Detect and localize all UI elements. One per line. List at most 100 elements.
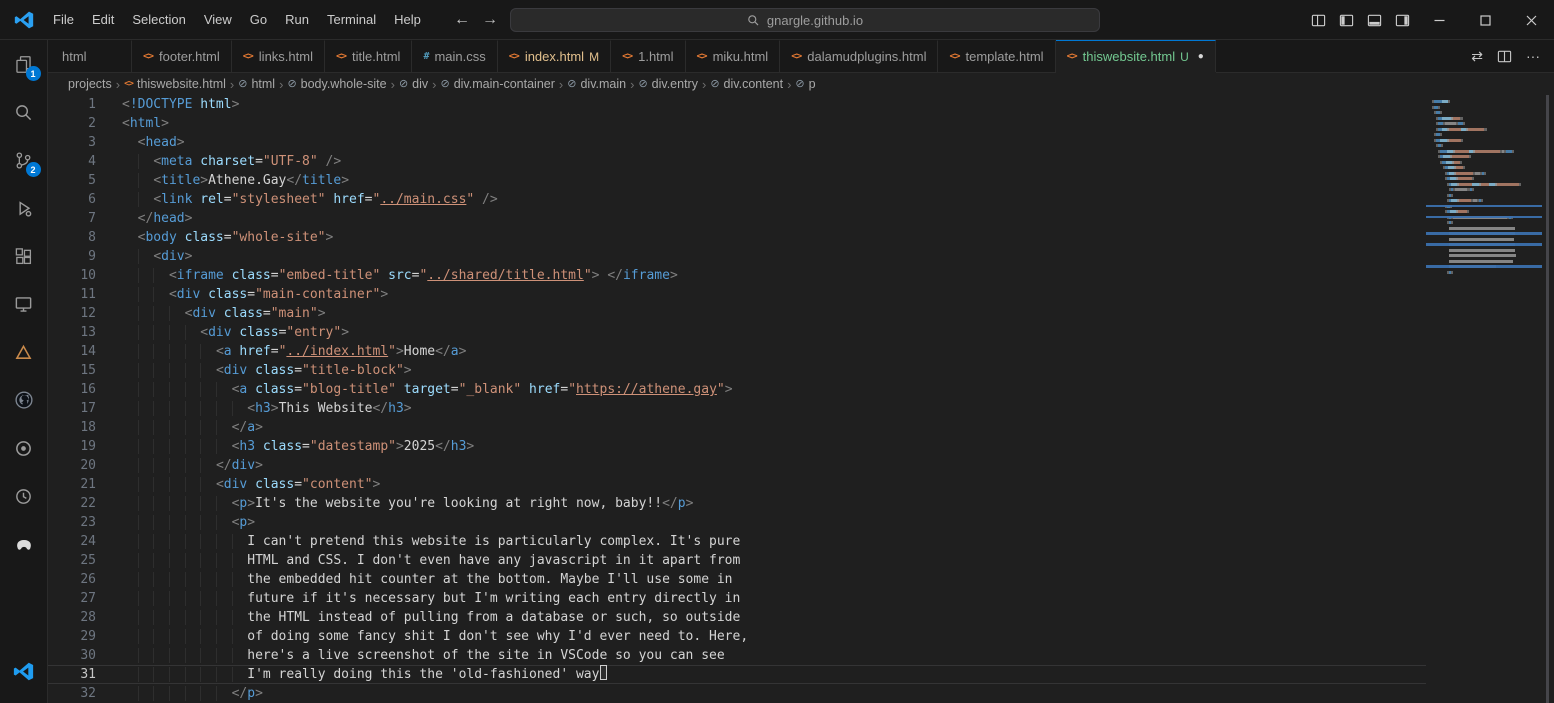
tab-footer.html[interactable]: <>footer.html (132, 40, 232, 72)
tab-main.css[interactable]: #main.css (412, 40, 497, 72)
breadcrumb-item-div.entry[interactable]: ⊘div.entry (638, 77, 698, 91)
dirty-indicator[interactable]: ● (1198, 51, 1204, 62)
code-line-8[interactable]: 8 <body class="whole-site"> (48, 228, 1426, 247)
code-line-1[interactable]: 1<!DOCTYPE html> (48, 95, 1426, 114)
breadcrumb-item-div.content[interactable]: ⊘div.content (710, 77, 783, 91)
run-debug-button[interactable] (0, 184, 48, 232)
code-line-9[interactable]: 9 <div> (48, 247, 1426, 266)
indent-guide (138, 458, 154, 473)
breadcrumb-item-div.main[interactable]: ⊘div.main (567, 77, 626, 91)
code-line-26[interactable]: 26 the embedded hit counter at the botto… (48, 570, 1426, 589)
code-token: > (404, 363, 412, 378)
tab-1.html[interactable]: <>1.html (611, 40, 685, 72)
line-number: 13 (48, 323, 122, 342)
code-line-19[interactable]: 19 <h3 class="datestamp">2025</h3> (48, 437, 1426, 456)
toggle-secondary-sidebar-icon[interactable] (1388, 0, 1416, 40)
code-line-2[interactable]: 2<html> (48, 114, 1426, 133)
minimap[interactable] (1426, 95, 1542, 703)
circle-extension-button[interactable] (0, 424, 48, 472)
source-control-button[interactable]: 2 (0, 136, 48, 184)
code-line-25[interactable]: 25 HTML and CSS. I don't even have any j… (48, 551, 1426, 570)
explorer-button[interactable]: 1 (0, 40, 48, 88)
code-line-30[interactable]: 30 here's a live screenshot of the site … (48, 646, 1426, 665)
code-line-23[interactable]: 23 <p> (48, 513, 1426, 532)
extensions-button[interactable] (0, 232, 48, 280)
code-line-7[interactable]: 7 </head> (48, 209, 1426, 228)
code-line-27[interactable]: 27 future if it's necessary but I'm writ… (48, 589, 1426, 608)
tab-thiswebsite.html[interactable]: <>thiswebsite.htmlU● (1056, 40, 1216, 72)
vscode-bottom-logo-icon (13, 661, 34, 682)
github-button[interactable] (0, 376, 48, 424)
code-line-17[interactable]: 17 <h3>This Website</h3> (48, 399, 1426, 418)
tab-template.html[interactable]: <>template.html (938, 40, 1055, 72)
breadcrumb-separator-icon: › (230, 77, 234, 92)
code-area[interactable]: 1<!DOCTYPE html>2<html>3 <head>4 <meta c… (48, 95, 1426, 703)
tab-miku.html[interactable]: <>miku.html (686, 40, 781, 72)
breadcrumb-item-html[interactable]: ⊘html (238, 77, 275, 91)
menu-file[interactable]: File (44, 8, 83, 31)
menu-help[interactable]: Help (385, 8, 430, 31)
more-actions-icon[interactable]: ··· (1526, 48, 1540, 64)
menu-terminal[interactable]: Terminal (318, 8, 385, 31)
code-line-31[interactable]: 31 I'm really doing this the 'old-fashio… (48, 665, 1426, 684)
menu-view[interactable]: View (195, 8, 241, 31)
code-line-28[interactable]: 28 the HTML instead of pulling from a da… (48, 608, 1426, 627)
search-button[interactable] (0, 88, 48, 136)
tab-dalamudplugins.html[interactable]: <>dalamudplugins.html (780, 40, 938, 72)
code-line-20[interactable]: 20 </div> (48, 456, 1426, 475)
menu-selection[interactable]: Selection (123, 8, 194, 31)
toggle-panel-icon[interactable] (1360, 0, 1388, 40)
compare-changes-icon[interactable]: ⇄ (1471, 48, 1483, 65)
code-line-24[interactable]: 24 I can't pretend this website is parti… (48, 532, 1426, 551)
misc-extension-button[interactable] (0, 520, 48, 568)
code-line-15[interactable]: 15 <div class="title-block"> (48, 361, 1426, 380)
code-line-18[interactable]: 18 </a> (48, 418, 1426, 437)
editor-scrollbar[interactable] (1542, 95, 1554, 703)
code-line-29[interactable]: 29 of doing some fancy shit I don't see … (48, 627, 1426, 646)
menu-edit[interactable]: Edit (83, 8, 123, 31)
nav-forward-icon[interactable]: → (482, 0, 498, 40)
breadcrumb-item-div[interactable]: ⊘div (399, 77, 428, 91)
minimize-button[interactable] (1416, 0, 1462, 40)
remote-explorer-button[interactable] (0, 280, 48, 328)
code-line-5[interactable]: 5 <title>Athene.Gay</title> (48, 171, 1426, 190)
breadcrumb-item-thiswebsite.html[interactable]: <>thiswebsite.html (124, 77, 226, 91)
tab-links.html[interactable]: <>links.html (232, 40, 325, 72)
code-line-4[interactable]: 4 <meta charset="UTF-8" /> (48, 152, 1426, 171)
indent-guide (138, 686, 154, 701)
code-line-3[interactable]: 3 <head> (48, 133, 1426, 152)
code-line-32[interactable]: 32 </p> (48, 684, 1426, 703)
close-button[interactable] (1508, 0, 1554, 40)
split-editor-icon[interactable] (1497, 49, 1512, 64)
breadcrumb-item-projects[interactable]: projects (68, 77, 112, 91)
maximize-button[interactable] (1462, 0, 1508, 40)
code-line-12[interactable]: 12 <div class="main"> (48, 304, 1426, 323)
minimap-line (1438, 155, 1470, 158)
clock-extension-button[interactable] (0, 472, 48, 520)
tab-index.html[interactable]: <>index.htmlM (498, 40, 611, 72)
code-line-22[interactable]: 22 <p>It's the website you're looking at… (48, 494, 1426, 513)
menu-go[interactable]: Go (241, 8, 276, 31)
vscode-bottom-logo-button[interactable] (0, 647, 48, 695)
code-line-6[interactable]: 6 <link rel="stylesheet" href="../main.c… (48, 190, 1426, 209)
toggle-primary-sidebar-icon[interactable] (1332, 0, 1360, 40)
tab-html[interactable]: html (48, 40, 132, 72)
code-line-13[interactable]: 13 <div class="entry"> (48, 323, 1426, 342)
code-line-16[interactable]: 16 <a class="blog-title" target="_blank"… (48, 380, 1426, 399)
customize-layout-icon[interactable] (1304, 0, 1332, 40)
breadcrumb-item-body.whole-site[interactable]: ⊘body.whole-site (287, 77, 386, 91)
code-token: class (200, 287, 247, 302)
menu-run[interactable]: Run (276, 8, 318, 31)
scrollbar-thumb[interactable] (1546, 95, 1549, 703)
extension-triangle-button[interactable] (0, 328, 48, 376)
code-line-10[interactable]: 10 <iframe class="embed-title" src="../s… (48, 266, 1426, 285)
tab-title.html[interactable]: <>title.html (325, 40, 412, 72)
command-center-search[interactable]: gnargle.github.io (510, 8, 1100, 32)
code-line-21[interactable]: 21 <div class="content"> (48, 475, 1426, 494)
code-line-14[interactable]: 14 <a href="../index.html">Home</a> (48, 342, 1426, 361)
nav-back-icon[interactable]: ← (454, 0, 470, 40)
code-line-11[interactable]: 11 <div class="main-container"> (48, 285, 1426, 304)
breadcrumb-item-div.main-container[interactable]: ⊘div.main-container (440, 77, 554, 91)
breadcrumb-item-p[interactable]: ⊘p (795, 77, 815, 91)
minimap-token (1449, 249, 1515, 252)
